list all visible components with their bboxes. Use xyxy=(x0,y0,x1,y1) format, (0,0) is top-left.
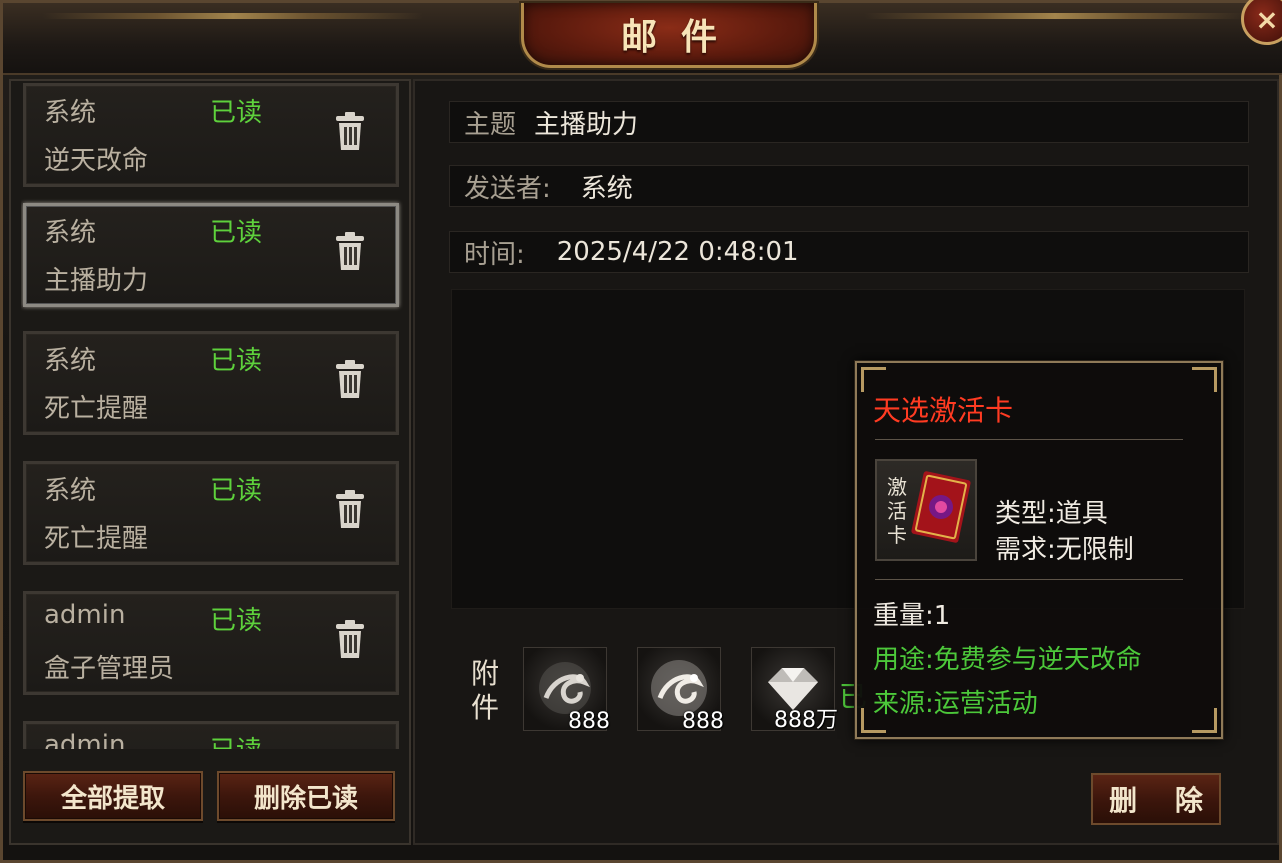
sender-label: 发送者: xyxy=(464,173,551,204)
item-requirement: 需求:无限制 xyxy=(995,535,1134,565)
attachment-slot[interactable]: 888 xyxy=(637,647,724,734)
header-ornament-left xyxy=(43,13,423,19)
subject-label: 主题 xyxy=(464,109,517,140)
mail-subject: 逆天改命 xyxy=(44,146,149,176)
attachment-count: 888 xyxy=(682,709,724,734)
card-label-text: 激活卡 xyxy=(887,475,907,547)
window-header: 邮件 × xyxy=(3,0,1282,75)
item-tooltip: 天选激活卡 激活卡 类型:道具 需求:无限制 重量:1 用途:免费参与逆天改命 … xyxy=(855,361,1223,739)
mail-sender: 系统 xyxy=(44,98,97,128)
item-usage: 用途:免费参与逆天改命 xyxy=(873,645,1142,675)
trash-icon[interactable] xyxy=(334,360,366,400)
mail-read-status: 已读 xyxy=(210,730,262,749)
attachment-count: 888万 xyxy=(774,708,838,733)
tooltip-divider xyxy=(875,579,1183,580)
tooltip-divider xyxy=(875,439,1183,440)
mail-sender: 系统 xyxy=(44,218,97,248)
item-weight: 重量:1 xyxy=(873,601,951,631)
time-row: 时间: 2025/4/22 0:48:01 xyxy=(449,231,1249,273)
attachments-label: 附件 xyxy=(470,657,499,724)
mail-sender: admin xyxy=(44,600,126,630)
mail-read-status: 已读 xyxy=(210,218,263,248)
trash-icon[interactable] xyxy=(334,232,366,272)
mail-list[interactable]: 系统 已读 逆天改命 系统 已读 主播助力 系统 已读 死亡提醒 系统 已读 死… xyxy=(21,81,405,749)
claim-all-button[interactable]: 全部提取 xyxy=(23,771,203,821)
subject-value: 主播助力 xyxy=(534,109,639,140)
time-label: 时间: xyxy=(464,239,525,270)
mail-window: 邮件 × 系统 已读 逆天改命 系统 已读 主播助力 系统 已读 死亡提醒 系统… xyxy=(0,0,1282,863)
mail-read-status: 已读 xyxy=(210,476,263,506)
mail-item[interactable]: admin 已读 盒子管理员 xyxy=(23,591,399,695)
mail-read-status: 已读 xyxy=(210,606,263,636)
attachment-slot[interactable]: 888 xyxy=(523,647,610,734)
trash-icon[interactable] xyxy=(334,620,366,660)
mail-sender: admin xyxy=(44,730,126,749)
mail-subject: 盒子管理员 xyxy=(44,654,175,684)
tooltip-corner-ornament xyxy=(1192,367,1217,392)
mail-list-panel: 系统 已读 逆天改命 系统 已读 主播助力 系统 已读 死亡提醒 系统 已读 死… xyxy=(9,79,411,845)
mail-subject: 主播助力 xyxy=(44,266,149,296)
window-title: 邮件 xyxy=(620,17,741,58)
mail-read-status: 已读 xyxy=(210,346,263,376)
mail-subject: 死亡提醒 xyxy=(44,524,149,554)
delete-read-button[interactable]: 删除已读 xyxy=(217,771,395,821)
title-plate: 邮件 xyxy=(521,3,817,68)
mail-read-status: 已读 xyxy=(210,98,263,128)
tooltip-corner-ornament xyxy=(1192,708,1217,733)
trash-icon[interactable] xyxy=(334,490,366,530)
delete-mail-button[interactable]: 删 除 xyxy=(1091,773,1221,825)
mail-item[interactable]: admin 已读 xyxy=(23,721,399,749)
mail-sender: 系统 xyxy=(44,346,97,376)
header-ornament-right xyxy=(865,13,1245,19)
item-source: 来源:运营活动 xyxy=(873,689,1038,719)
sender-value: 系统 xyxy=(580,173,633,204)
mail-sender: 系统 xyxy=(44,476,97,506)
mail-item-selected[interactable]: 系统 已读 主播助力 xyxy=(23,203,399,307)
mail-item[interactable]: 系统 已读 逆天改命 xyxy=(23,83,399,187)
mail-subject: 死亡提醒 xyxy=(44,394,149,424)
attachment-count: 888 xyxy=(568,709,610,734)
mail-item[interactable]: 系统 已读 死亡提醒 xyxy=(23,461,399,565)
close-icon[interactable]: × xyxy=(1241,0,1282,45)
activation-card-icon: 激活卡 xyxy=(875,459,977,561)
attachment-slot[interactable]: 888万 xyxy=(751,647,838,733)
subject-row: 主题 主播助力 xyxy=(449,101,1249,143)
mail-item[interactable]: 系统 已读 死亡提醒 xyxy=(23,331,399,435)
item-type: 类型:道具 xyxy=(995,499,1108,529)
trash-icon[interactable] xyxy=(334,112,366,152)
time-value: 2025/4/22 0:48:01 xyxy=(556,237,799,267)
item-name: 天选激活卡 xyxy=(873,394,1014,427)
sender-row: 发送者: 系统 xyxy=(449,165,1249,207)
